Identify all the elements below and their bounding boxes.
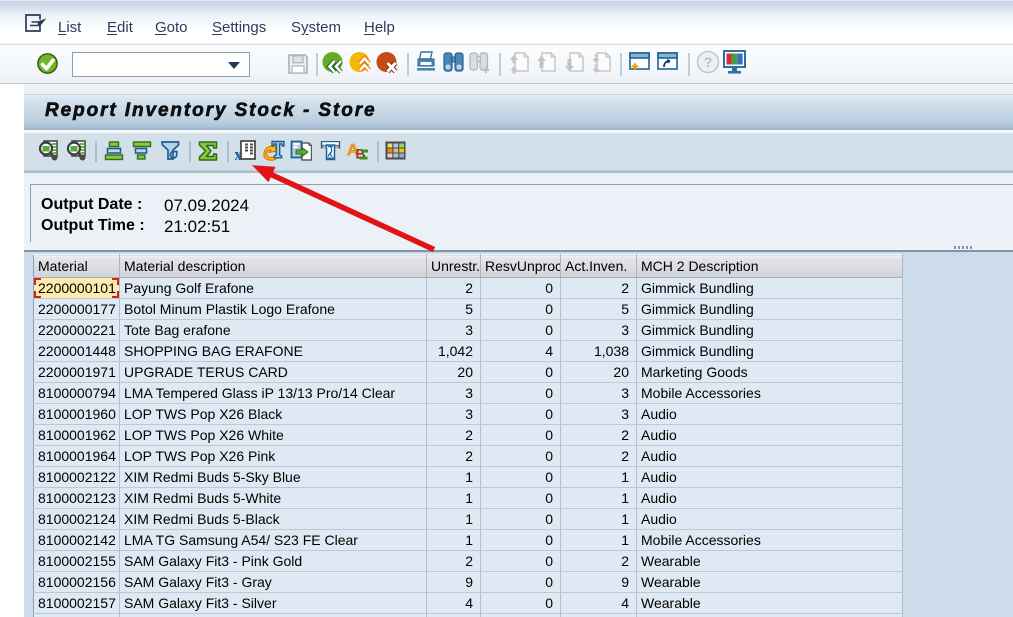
svg-text:x: x	[235, 145, 243, 161]
svg-text:?: ?	[704, 54, 713, 70]
